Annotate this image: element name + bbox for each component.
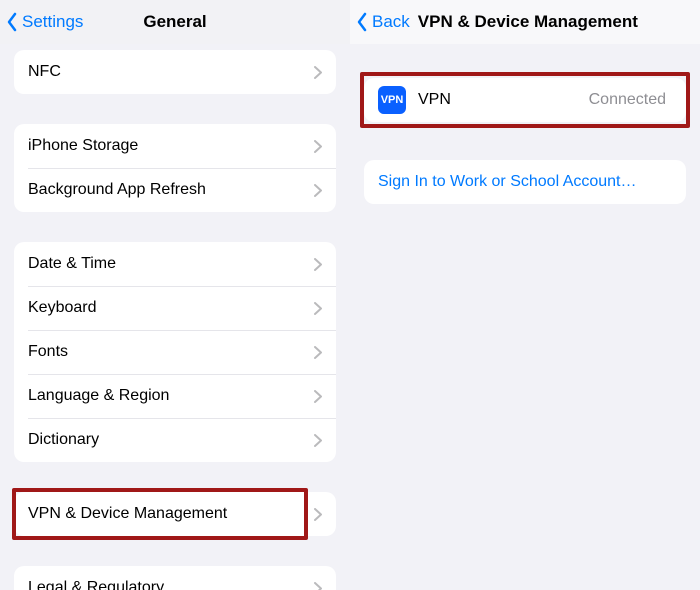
page-title: VPN & Device Management	[418, 12, 638, 32]
row-date-time[interactable]: Date & Time	[14, 242, 336, 286]
chevron-right-icon	[314, 258, 322, 271]
group-vpn-status-wrap: VPN VPN Connected	[364, 78, 686, 122]
chevron-right-icon	[314, 184, 322, 197]
chevron-left-icon	[356, 12, 368, 32]
row-label: VPN & Device Management	[28, 505, 314, 523]
row-label: Sign In to Work or School Account…	[378, 173, 672, 191]
row-label: VPN	[418, 91, 589, 109]
row-keyboard[interactable]: Keyboard	[14, 286, 336, 330]
group-vpn-status: VPN VPN Connected	[364, 78, 686, 122]
chevron-right-icon	[314, 582, 322, 590]
row-sign-in-work-school[interactable]: Sign In to Work or School Account…	[364, 160, 686, 204]
vpn-device-management-pane: Back VPN & Device Management VPN VPN Con…	[350, 0, 700, 590]
row-label: Fonts	[28, 343, 314, 361]
row-vpn-device-management[interactable]: VPN & Device Management	[14, 492, 336, 536]
chevron-right-icon	[314, 508, 322, 521]
row-label: Dictionary	[28, 431, 314, 449]
group-locale: Date & Time Keyboard Fonts Language & Re…	[14, 242, 336, 462]
row-label: iPhone Storage	[28, 137, 314, 155]
group-storage: iPhone Storage Background App Refresh	[14, 124, 336, 212]
vpn-status: Connected	[589, 91, 666, 109]
chevron-right-icon	[314, 390, 322, 403]
back-label: Settings	[22, 12, 83, 32]
row-label: Keyboard	[28, 299, 314, 317]
group-vpn-wrap: VPN & Device Management	[14, 492, 336, 536]
group-vpn: VPN & Device Management	[14, 492, 336, 536]
row-dictionary[interactable]: Dictionary	[14, 418, 336, 462]
row-iphone-storage[interactable]: iPhone Storage	[14, 124, 336, 168]
back-button-settings[interactable]: Settings	[0, 12, 83, 32]
nav-bar: Back VPN & Device Management	[350, 0, 700, 44]
chevron-right-icon	[314, 140, 322, 153]
back-button[interactable]: Back	[350, 12, 410, 32]
row-vpn[interactable]: VPN VPN Connected	[364, 78, 686, 122]
general-content: NFC iPhone Storage Background App Refres…	[0, 44, 350, 590]
chevron-left-icon	[6, 12, 18, 32]
row-label: Date & Time	[28, 255, 314, 273]
row-background-app-refresh[interactable]: Background App Refresh	[14, 168, 336, 212]
back-label: Back	[372, 12, 410, 32]
row-label: Legal & Regulatory	[28, 579, 314, 590]
row-label: Background App Refresh	[28, 181, 314, 199]
nav-bar: Settings General	[0, 0, 350, 44]
row-label: Language & Region	[28, 387, 314, 405]
chevron-right-icon	[314, 346, 322, 359]
chevron-right-icon	[314, 302, 322, 315]
settings-general-pane: Settings General NFC iPhone Storage Back…	[0, 0, 350, 590]
vpn-content: VPN VPN Connected Sign In to Work or Sch…	[350, 44, 700, 590]
row-nfc[interactable]: NFC	[14, 50, 336, 94]
group-nfc: NFC	[14, 50, 336, 94]
group-legal: Legal & Regulatory	[14, 566, 336, 590]
vpn-icon: VPN	[378, 86, 406, 114]
row-language-region[interactable]: Language & Region	[14, 374, 336, 418]
row-legal-regulatory[interactable]: Legal & Regulatory	[14, 566, 336, 590]
chevron-right-icon	[314, 434, 322, 447]
row-label: NFC	[28, 63, 314, 81]
group-signin: Sign In to Work or School Account…	[364, 160, 686, 204]
row-fonts[interactable]: Fonts	[14, 330, 336, 374]
chevron-right-icon	[314, 66, 322, 79]
